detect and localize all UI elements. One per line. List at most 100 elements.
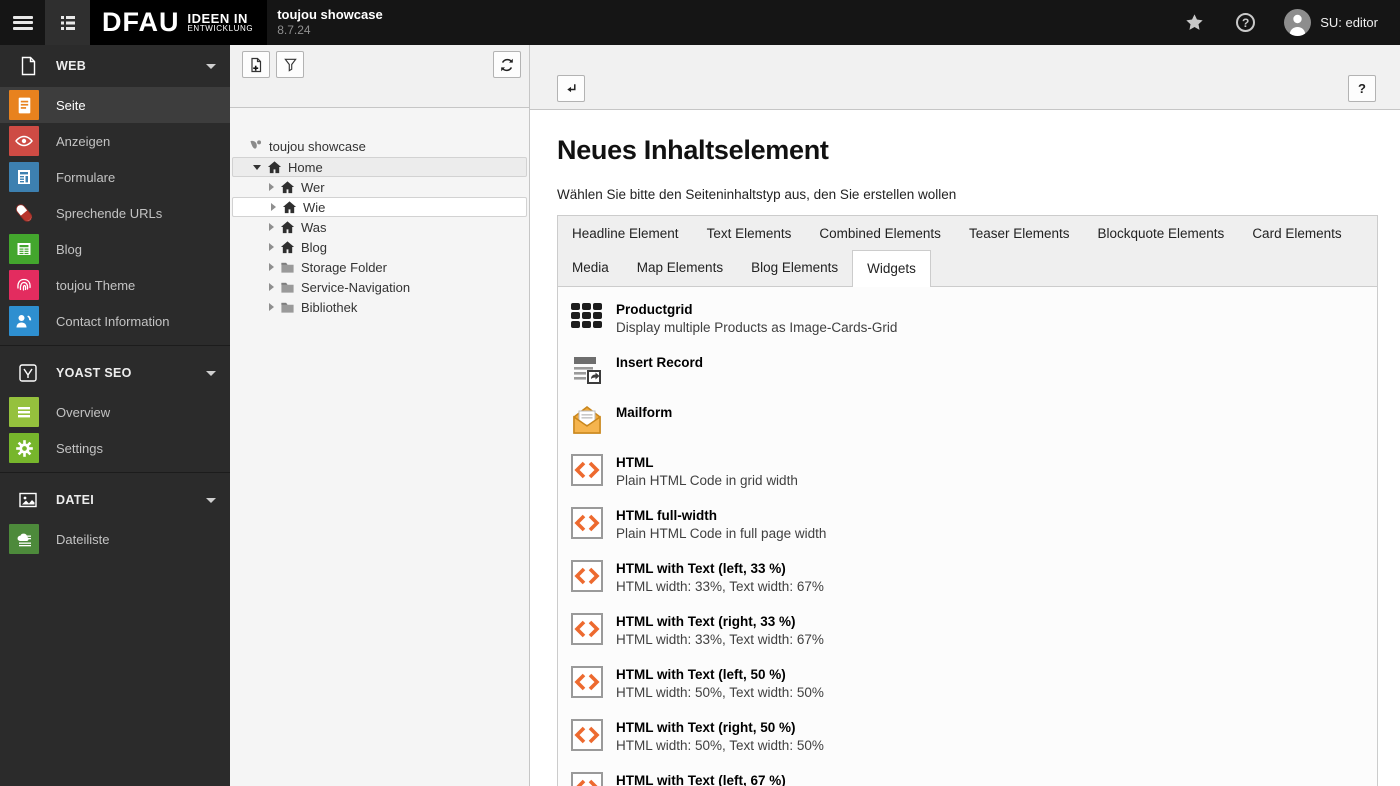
wizard-item-title: HTML with Text (right, 50 %): [616, 720, 796, 735]
new-content-element-wizard: Neues Inhaltselement Wählen Sie bitte de…: [530, 110, 1400, 786]
chevron-down-icon: [206, 63, 216, 69]
expand-caret-icon[interactable]: [269, 243, 274, 251]
sidebar-item-seite[interactable]: Seite: [0, 87, 230, 123]
wizard-item-html-text-right-50[interactable]: HTML with Text (right, 50 %) HTML width:…: [558, 710, 1377, 763]
tab-map-elements[interactable]: Map Elements: [623, 250, 737, 286]
tree-node-was[interactable]: Was: [230, 217, 529, 237]
wizard-item-desc: HTML width: 50%, Text width: 50%: [616, 685, 824, 700]
contact-icon: [9, 306, 39, 336]
sidebar-item-overview[interactable]: Overview: [0, 394, 230, 430]
bookmark-button[interactable]: [1172, 0, 1217, 45]
wizard-item-title: Productgrid: [616, 302, 693, 317]
expand-caret-icon[interactable]: [269, 183, 274, 191]
wizard-item-html[interactable]: HTML Plain HTML Code in grid width: [558, 445, 1377, 498]
sidebar-item-dateiliste[interactable]: Dateiliste: [0, 521, 230, 557]
expand-caret-icon[interactable]: [269, 283, 274, 291]
sidebar-item-label: Formulare: [56, 169, 116, 185]
home-page-icon: [280, 180, 295, 193]
content-panel: ? Neues Inhaltselement Wählen Sie bitte …: [530, 45, 1400, 786]
gear-icon: [9, 433, 39, 463]
html-icon: [571, 507, 603, 539]
tree-node-label: Bibliothek: [301, 299, 358, 315]
sidebar-item-label: Contact Information: [56, 313, 170, 329]
sidebar-item-anzeigen[interactable]: Anzeigen: [0, 123, 230, 159]
html-icon: [571, 666, 603, 698]
wizard-item-html-text-left-33[interactable]: HTML with Text (left, 33 %) HTML width: …: [558, 551, 1377, 604]
back-button[interactable]: [557, 75, 585, 102]
tree-root-label: toujou showcase: [269, 138, 366, 154]
sidebar-item-label: toujou Theme: [56, 277, 136, 293]
user-menu[interactable]: SU: editor: [1274, 9, 1382, 36]
wizard-item-productgrid[interactable]: Productgrid Display multiple Products as…: [558, 292, 1377, 345]
tab-blockquote-elements[interactable]: Blockquote Elements: [1083, 217, 1238, 250]
tab-card-elements[interactable]: Card Elements: [1238, 217, 1355, 250]
tree-root[interactable]: toujou showcase: [230, 135, 529, 157]
mailform-icon: [571, 404, 603, 436]
wizard-item-insert-record[interactable]: Insert Record: [558, 345, 1377, 395]
tab-media[interactable]: Media: [558, 250, 623, 286]
modgroup-datei[interactable]: DATEI: [0, 479, 230, 521]
html-icon: [571, 719, 603, 751]
tab-blog-elements[interactable]: Blog Elements: [737, 250, 852, 286]
tree-node-service-navigation[interactable]: Service-Navigation: [230, 277, 529, 297]
wizard-item-html-text-left-50[interactable]: HTML with Text (left, 50 %) HTML width: …: [558, 657, 1377, 710]
sidebar-item-label: Settings: [56, 440, 103, 456]
pagetree: toujou showcase Home Wer Wie Was Blog St…: [230, 108, 529, 317]
tab-headline-element[interactable]: Headline Element: [558, 217, 693, 250]
page-module-icon: [9, 90, 39, 120]
modgroup-web[interactable]: WEB: [0, 45, 230, 87]
tree-node-home[interactable]: Home: [232, 157, 527, 177]
filter-button[interactable]: [276, 51, 304, 78]
sidebar-item-formulare[interactable]: Formulare: [0, 159, 230, 195]
wizard-item-html-full-width[interactable]: HTML full-width Plain HTML Code in full …: [558, 498, 1377, 551]
wizard-item-desc: HTML width: 33%, Text width: 67%: [616, 632, 824, 647]
pagetree-toggle-button[interactable]: [45, 0, 90, 45]
tree-node-blog[interactable]: Blog: [230, 237, 529, 257]
tree-node-storage-folder[interactable]: Storage Folder: [230, 257, 529, 277]
sidebar-item-toujou-theme[interactable]: toujou Theme: [0, 267, 230, 303]
wizard-item-list: Productgrid Display multiple Products as…: [557, 287, 1378, 786]
productgrid-icon: [571, 303, 603, 331]
tab-widgets[interactable]: Widgets: [852, 250, 931, 287]
tree-node-label: Blog: [301, 239, 328, 255]
context-help-button[interactable]: ?: [1348, 75, 1376, 102]
insert-record-icon: [571, 354, 603, 386]
tab-text-elements[interactable]: Text Elements: [693, 217, 806, 250]
wizard-item-html-text-left-67[interactable]: HTML with Text (left, 67 %) HTML width: …: [558, 763, 1377, 786]
tree-node-label: Wie: [303, 199, 326, 215]
expand-caret-icon[interactable]: [269, 223, 274, 231]
expand-caret-icon[interactable]: [271, 203, 276, 211]
tree-node-bibliothek[interactable]: Bibliothek: [230, 297, 529, 317]
sidebar-item-label: Anzeigen: [56, 133, 111, 149]
html-icon: [571, 454, 603, 486]
new-page-button[interactable]: [242, 51, 270, 78]
dfau-logo[interactable]: DFAU IDEEN IN ENTWICKLUNG: [90, 0, 268, 45]
sidebar-item-sprechende-urls[interactable]: Sprechende URLs: [0, 195, 230, 231]
sidebar-item-settings[interactable]: Settings: [0, 430, 230, 466]
refresh-button[interactable]: [493, 51, 521, 78]
expand-caret-icon[interactable]: [269, 303, 274, 311]
menu-toggle-button[interactable]: [0, 0, 45, 45]
site-version: 8.7.24: [277, 23, 311, 38]
tree-node-wer[interactable]: Wer: [230, 177, 529, 197]
sidebar-item-blog[interactable]: Blog: [0, 231, 230, 267]
wizard-item-title: Insert Record: [616, 355, 704, 370]
wizard-item-mailform[interactable]: Mailform: [558, 395, 1377, 445]
overview-icon: [9, 397, 39, 427]
docheader: ?: [530, 45, 1400, 110]
help-menu-button[interactable]: ?: [1223, 0, 1268, 45]
tab-combined-elements[interactable]: Combined Elements: [805, 217, 955, 250]
wizard-item-desc: Plain HTML Code in full page width: [616, 526, 827, 541]
sidebar-item-contact-information[interactable]: Contact Information: [0, 303, 230, 339]
folder-icon: [281, 302, 294, 313]
wizard-item-html-text-right-33[interactable]: HTML with Text (right, 33 %) HTML width:…: [558, 604, 1377, 657]
tree-node-wie[interactable]: Wie: [232, 197, 527, 217]
expand-caret-icon[interactable]: [269, 263, 274, 271]
tree-node-label: Storage Folder: [301, 259, 387, 275]
modgroup-yoast-seo[interactable]: YOAST SEO: [0, 352, 230, 394]
pagetree-panel: toujou showcase Home Wer Wie Was Blog St…: [230, 45, 530, 786]
site-title: toujou showcase: [277, 6, 383, 22]
collapse-caret-icon[interactable]: [253, 164, 261, 170]
folder-icon: [281, 282, 294, 293]
tab-teaser-elements[interactable]: Teaser Elements: [955, 217, 1084, 250]
